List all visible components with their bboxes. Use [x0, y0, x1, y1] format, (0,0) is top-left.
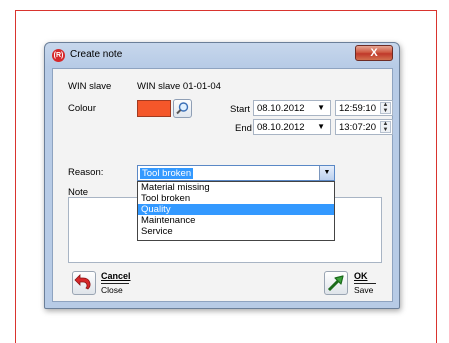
- window-title: Create note: [70, 49, 123, 60]
- ok-button[interactable]: [324, 271, 348, 295]
- close-button[interactable]: X: [355, 45, 393, 61]
- reason-option[interactable]: Service: [138, 226, 334, 237]
- slave-value: WIN slave 01-01-04: [137, 81, 221, 92]
- start-time-value: 12:59:10: [339, 103, 376, 114]
- reason-option[interactable]: Quality: [138, 204, 334, 215]
- end-label: End: [235, 123, 252, 134]
- start-time-spinner[interactable]: ▲ ▼: [380, 102, 391, 114]
- colour-picker-button[interactable]: [173, 99, 192, 118]
- ok-divider: [354, 283, 376, 284]
- colour-label: Colour: [68, 103, 96, 114]
- reason-option[interactable]: Tool broken: [138, 193, 334, 204]
- start-date-picker[interactable]: 08.10.2012 ▼: [253, 100, 331, 116]
- end-time-field[interactable]: 13:07:20 ▲ ▼: [335, 119, 393, 135]
- chevron-down-icon[interactable]: ▼: [319, 166, 334, 180]
- chevron-down-icon[interactable]: ▼: [317, 122, 325, 131]
- reason-dropdown-list[interactable]: Material missing Tool broken Quality Mai…: [137, 181, 335, 241]
- end-date-picker[interactable]: 08.10.2012 ▼: [253, 119, 331, 135]
- start-date-value: 08.10.2012: [257, 103, 305, 114]
- end-time-spinner[interactable]: ▲ ▼: [380, 121, 391, 133]
- ok-label[interactable]: OK: [354, 271, 368, 281]
- title-bar[interactable]: (R) Create note X: [45, 43, 399, 68]
- reason-option[interactable]: Material missing: [138, 182, 334, 193]
- colour-swatch[interactable]: [137, 100, 171, 117]
- reason-selected-value: Tool broken: [140, 168, 194, 179]
- create-note-dialog: (R) Create note X WIN slave WIN slave 01…: [44, 42, 400, 309]
- arrow-up-right-icon: [327, 275, 344, 292]
- cancel-divider: [101, 283, 129, 284]
- undo-arrow-icon: [74, 274, 91, 290]
- cancel-button[interactable]: [72, 271, 96, 295]
- end-time-value: 13:07:20: [339, 122, 376, 133]
- reason-label: Reason:: [68, 167, 104, 178]
- ok-sub-label: Save: [354, 285, 374, 295]
- cancel-label[interactable]: Cancel: [101, 271, 131, 281]
- button-bar: Cancel Close OK Save: [68, 269, 382, 297]
- dialog-body: WIN slave WIN slave 01-01-04 Colour Star…: [52, 68, 393, 302]
- magnifier-icon: [176, 102, 189, 115]
- end-date-value: 08.10.2012: [257, 122, 305, 133]
- chevron-down-icon[interactable]: ▼: [317, 103, 325, 112]
- start-time-field[interactable]: 12:59:10 ▲ ▼: [335, 100, 393, 116]
- app-logo-icon: (R): [52, 49, 65, 62]
- reason-select[interactable]: Tool broken ▼: [137, 165, 335, 181]
- reason-option[interactable]: Maintenance: [138, 215, 334, 226]
- slave-label: WIN slave: [68, 81, 112, 92]
- start-label: Start: [230, 104, 251, 115]
- cancel-sub-label: Close: [101, 285, 123, 295]
